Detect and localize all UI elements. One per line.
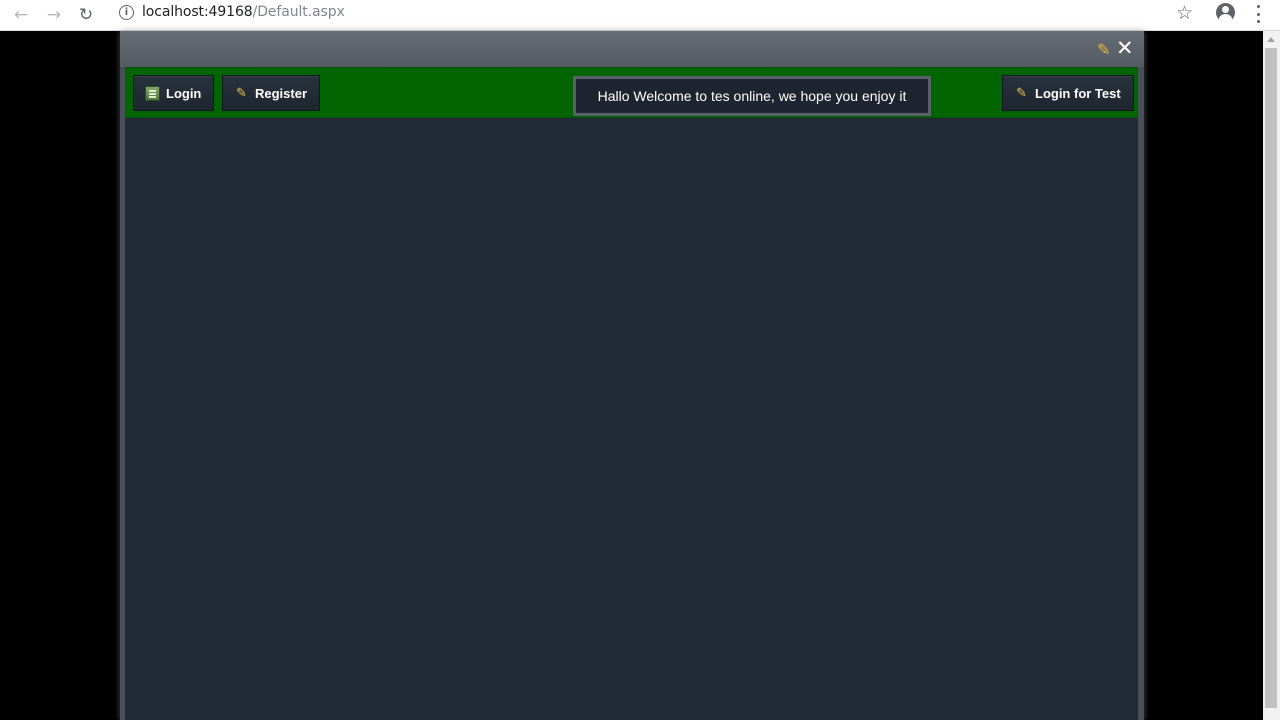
content-area <box>125 118 1138 720</box>
app-window: ✎ ✕ Login ✎ Register ✎ Login for Test Ha… <box>120 31 1144 720</box>
login-for-test-button[interactable]: ✎ Login for Test <box>1002 75 1134 111</box>
vertical-scrollbar[interactable] <box>1263 31 1280 720</box>
forward-arrow-icon[interactable]: → <box>42 3 66 27</box>
kebab-menu-icon[interactable] <box>1251 4 1265 24</box>
pencil-icon: ✎ <box>236 85 247 101</box>
url-path: /Default.aspx <box>252 4 345 20</box>
back-arrow-icon[interactable]: ← <box>9 3 33 27</box>
login-for-test-label: Login for Test <box>1035 85 1121 101</box>
address-bar[interactable]: localhost:49168/Default.aspx <box>142 4 345 20</box>
register-button[interactable]: ✎ Register <box>222 75 321 111</box>
url-host: localhost:49168 <box>142 4 253 20</box>
scroll-up-icon[interactable] <box>1267 37 1275 42</box>
welcome-toast: Hallo Welcome to tes online, we hope you… <box>573 76 931 116</box>
login-label: Login <box>166 85 202 101</box>
window-titlebar: ✎ ✕ <box>120 31 1144 67</box>
scrollbar-thumb[interactable] <box>1265 48 1277 708</box>
login-button[interactable]: Login <box>133 75 215 111</box>
close-icon[interactable]: ✕ <box>1116 36 1134 60</box>
register-label: Register <box>255 85 308 101</box>
page-viewport: ✎ ✕ Login ✎ Register ✎ Login for Test Ha… <box>0 31 1280 720</box>
star-icon[interactable]: ☆ <box>1176 2 1193 24</box>
welcome-message: Hallo Welcome to tes online, we hope you… <box>597 88 907 104</box>
browser-toolbar: ← → ↻ i localhost:49168/Default.aspx ☆ <box>0 0 1280 31</box>
reload-icon[interactable]: ↻ <box>74 3 98 27</box>
pencil-icon: ✎ <box>1016 85 1027 101</box>
profile-icon[interactable] <box>1216 3 1235 22</box>
info-icon[interactable]: i <box>119 5 134 20</box>
pencil-icon[interactable]: ✎ <box>1097 40 1110 59</box>
book-icon <box>145 85 160 101</box>
